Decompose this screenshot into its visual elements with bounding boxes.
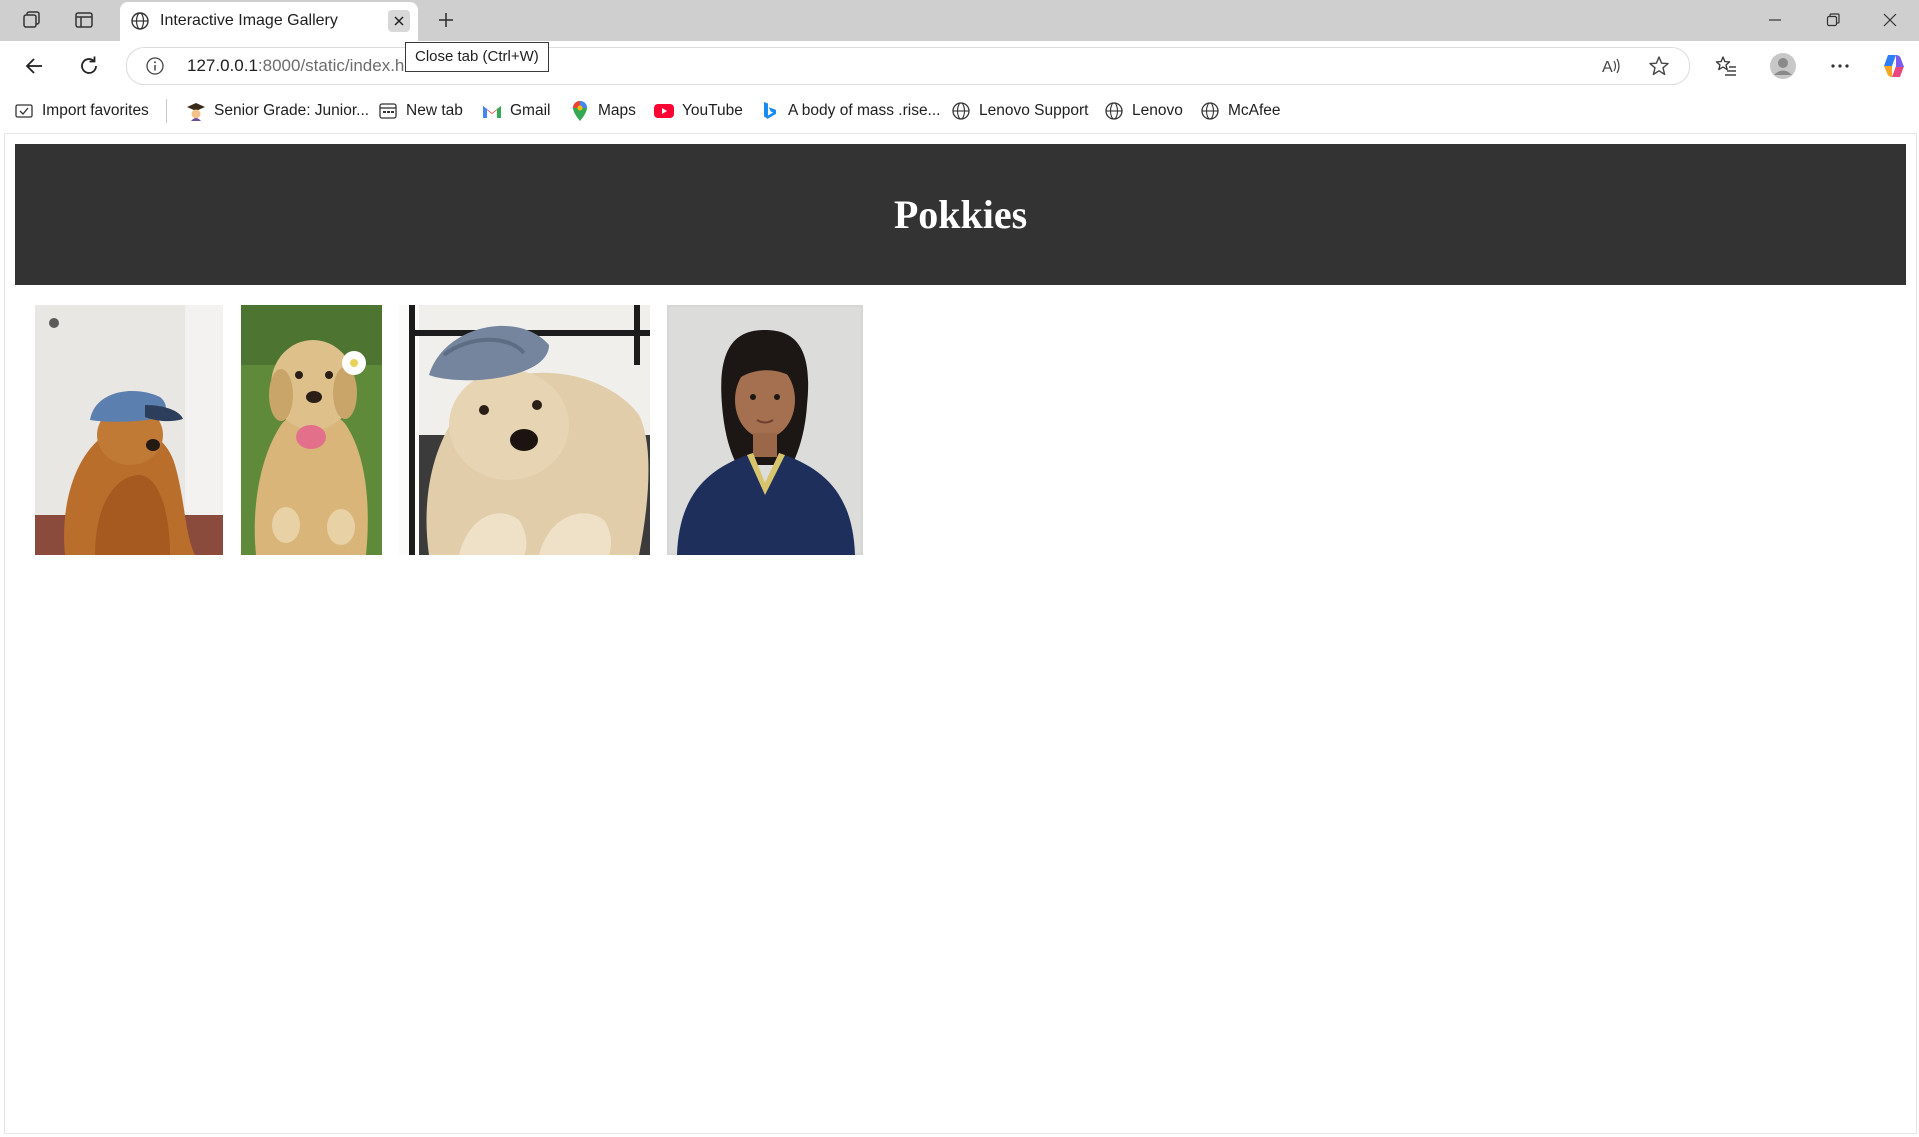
address-bar[interactable]: 127.0.0.1:8000/static/index.h A — [126, 47, 1690, 85]
page-viewport: Pokkies — [4, 133, 1917, 1134]
favorite-item-import[interactable]: Import favorites — [14, 99, 149, 123]
favorite-item-lenovo[interactable]: Lenovo — [1104, 99, 1183, 123]
url-text: 127.0.0.1:8000/static/index.h — [187, 56, 404, 76]
gmail-icon — [482, 101, 502, 121]
globe-icon — [1104, 101, 1124, 121]
favorite-item-new-tab[interactable]: New tab — [378, 99, 463, 123]
back-button[interactable] — [16, 49, 52, 83]
page-header: Pokkies — [15, 144, 1906, 285]
browser-toolbar: 127.0.0.1:8000/static/index.h A — [0, 41, 1919, 91]
globe-icon — [1200, 101, 1220, 121]
favorite-item-senior-grade[interactable]: Senior Grade: Junior... — [186, 99, 369, 123]
restore-icon — [1826, 13, 1840, 27]
tab-active[interactable]: Interactive Image Gallery — [120, 2, 418, 41]
url-host: 127.0.0.1 — [187, 56, 258, 75]
minimize-icon — [1769, 19, 1781, 21]
favorite-item-lenovo-support[interactable]: Lenovo Support — [951, 99, 1088, 123]
favorite-label: Lenovo Support — [979, 102, 1089, 119]
favorite-item-bing[interactable]: A body of mass .rise... — [760, 99, 940, 123]
svg-text:A: A — [1602, 59, 1613, 76]
favorite-label: Maps — [598, 102, 636, 119]
favorite-item-maps[interactable]: Maps — [570, 99, 636, 123]
favorite-label: McAfee — [1228, 102, 1281, 119]
page-title: Pokkies — [893, 192, 1028, 237]
url-path: :8000/static/index.h — [257, 56, 405, 75]
gallery-image-3[interactable] — [399, 305, 650, 555]
favorite-item-mcafee[interactable]: McAfee — [1200, 99, 1281, 123]
graduate-icon — [186, 101, 206, 121]
browser-window: Interactive Image Gallery 127.0.0.1:8000… — [0, 0, 1919, 1137]
favorite-item-gmail[interactable]: Gmail — [482, 99, 550, 123]
more-menu-button[interactable] — [1822, 49, 1858, 83]
close-window-button[interactable] — [1862, 0, 1918, 40]
gallery-image-4[interactable] — [667, 305, 863, 555]
maps-pin-icon — [570, 101, 590, 121]
copilot-icon — [1884, 55, 1904, 77]
favorite-star-icon[interactable] — [1647, 54, 1671, 78]
bing-icon — [760, 101, 780, 121]
refresh-button[interactable] — [71, 49, 107, 83]
youtube-icon — [654, 101, 674, 121]
gallery-image-2[interactable] — [241, 305, 382, 555]
favorites-button[interactable] — [1708, 49, 1744, 83]
favorite-label: Gmail — [510, 102, 551, 119]
tab-strip: Interactive Image Gallery — [0, 0, 1919, 41]
new-tab-button[interactable] — [430, 6, 462, 34]
workspaces-icon[interactable] — [16, 6, 48, 34]
restore-button[interactable] — [1805, 0, 1861, 40]
favorite-label: YouTube — [682, 102, 743, 119]
close-tab-tooltip: Close tab (Ctrl+W) — [405, 42, 549, 72]
favorites-divider — [166, 99, 167, 123]
favorite-label: A body of mass .rise... — [788, 102, 941, 119]
favorite-label: New tab — [406, 102, 463, 119]
avatar-icon — [1770, 53, 1796, 79]
site-info-icon[interactable] — [145, 56, 165, 76]
back-arrow-icon — [25, 58, 42, 74]
plus-icon — [439, 13, 453, 27]
copilot-button[interactable] — [1876, 49, 1912, 83]
profile-button[interactable] — [1765, 49, 1801, 83]
gallery-image-1[interactable] — [35, 305, 223, 555]
more-dots-icon — [1831, 64, 1849, 68]
globe-icon — [951, 101, 971, 121]
new-tab-icon — [378, 101, 398, 121]
import-favorites-icon — [14, 101, 34, 121]
refresh-icon — [81, 56, 97, 74]
read-aloud-icon[interactable]: A — [1599, 54, 1623, 78]
minimize-button[interactable] — [1747, 0, 1803, 40]
close-tab-button[interactable] — [388, 10, 410, 32]
favorite-label: Lenovo — [1132, 102, 1183, 119]
favorite-item-youtube[interactable]: YouTube — [654, 99, 743, 123]
favorite-label: Import favorites — [42, 102, 149, 119]
close-icon — [1883, 13, 1897, 27]
favorites-bar: Import favorites Senior Grade: Junior...… — [0, 91, 1919, 131]
close-icon — [394, 16, 404, 26]
tab-title: Interactive Image Gallery — [160, 12, 338, 29]
globe-icon — [130, 11, 150, 31]
tab-actions-icon[interactable] — [68, 6, 100, 34]
favorite-label: Senior Grade: Junior... — [214, 102, 370, 119]
favorites-list-icon — [1715, 56, 1736, 76]
